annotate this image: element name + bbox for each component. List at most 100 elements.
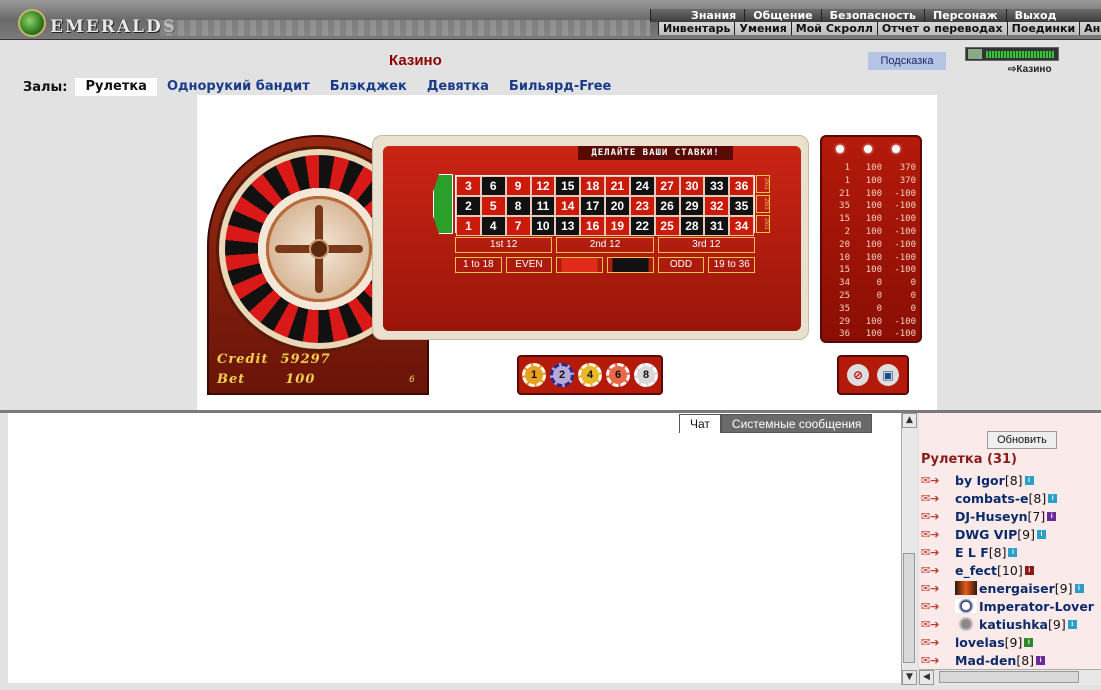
number-cell[interactable]: 34 <box>729 216 754 236</box>
dozen-bet-first[interactable]: 1st 12 <box>455 237 553 253</box>
number-cell[interactable]: 27 <box>654 176 680 196</box>
column-bet[interactable]: 2to1 <box>756 175 770 193</box>
user-info-icon[interactable]: i <box>1024 637 1034 647</box>
number-cell[interactable]: 16 <box>580 216 605 236</box>
number-cell[interactable]: 29 <box>679 196 705 216</box>
column-bet[interactable]: 2to1 <box>756 195 770 213</box>
number-cell[interactable]: 15 <box>555 176 581 196</box>
menu-item-duels[interactable]: Поединки <box>1006 22 1080 35</box>
private-message-icon[interactable]: ✉➔ <box>921 528 941 541</box>
user-list-item[interactable]: ✉➔ katiushka [9] i <box>921 615 1101 633</box>
user-info-icon[interactable]: i <box>1008 547 1018 557</box>
private-message-icon[interactable]: ✉➔ <box>921 546 941 559</box>
number-cell[interactable]: 5 <box>480 196 506 216</box>
user-list-item[interactable]: ✉➔ by Igor [8] i <box>921 471 1101 489</box>
user-list-item[interactable]: ✉➔ DJ-Huseyn [7] i <box>921 507 1101 525</box>
number-cell[interactable]: 28 <box>679 216 705 236</box>
chip-8[interactable]: 8 <box>634 363 658 387</box>
chip-4[interactable]: 4 <box>578 363 602 387</box>
number-cell[interactable]: 33 <box>704 176 730 196</box>
chip-6[interactable]: 6 <box>606 363 630 387</box>
private-message-icon[interactable]: ✉➔ <box>921 474 941 487</box>
private-message-icon[interactable]: ✉➔ <box>921 492 941 505</box>
private-message-icon[interactable]: ✉➔ <box>921 582 941 595</box>
number-cell[interactable]: 23 <box>629 196 655 216</box>
chat-scrollbar[interactable]: ▲ ▼ <box>901 413 917 685</box>
private-message-icon[interactable]: ✉➔ <box>921 510 941 523</box>
dozen-bet-third[interactable]: 3rd 12 <box>657 237 755 253</box>
menu-item-skills[interactable]: Умения <box>734 22 790 35</box>
bet-odd[interactable]: ODD <box>657 257 705 273</box>
user-name[interactable]: Imperator-Lover <box>979 599 1094 614</box>
menu-item-security[interactable]: Безопасность <box>820 9 924 22</box>
zero-cell[interactable] <box>433 174 453 234</box>
scrollbar-thumb[interactable] <box>939 671 1079 683</box>
dozen-bet-second[interactable]: 2nd 12 <box>556 237 654 253</box>
cancel-bets-icon[interactable]: ⊘ <box>847 364 869 386</box>
number-cell[interactable]: 17 <box>580 196 605 216</box>
user-info-icon[interactable]: i <box>1024 565 1034 575</box>
chip-1[interactable]: 1 <box>522 363 546 387</box>
bet-high[interactable]: 19 to 36 <box>708 257 756 273</box>
scroll-up-icon[interactable]: ▲ <box>902 413 917 428</box>
menu-item-social[interactable]: Общение <box>744 9 820 22</box>
number-cell[interactable]: 14 <box>555 196 581 216</box>
number-cell[interactable]: 3 <box>456 176 481 196</box>
hall-tab-slot-machine[interactable]: Однорукий бандит <box>157 78 320 96</box>
private-message-icon[interactable]: ✉➔ <box>921 636 941 649</box>
user-name[interactable]: e_fect <box>955 563 997 578</box>
chip-2[interactable]: 2 <box>550 363 574 387</box>
private-message-icon[interactable]: ✉➔ <box>921 564 941 577</box>
user-info-icon[interactable]: i <box>1036 655 1046 665</box>
number-cell[interactable]: 22 <box>629 216 655 236</box>
user-info-icon[interactable]: i <box>1067 619 1077 629</box>
menu-item-more[interactable]: Ан <box>1079 22 1101 35</box>
user-list-item[interactable]: ✉➔ e_fect [10] i <box>921 561 1101 579</box>
number-cell[interactable]: 32 <box>704 196 730 216</box>
user-list-item[interactable]: ✉➔ DWG VIP [9] i <box>921 525 1101 543</box>
refresh-button[interactable]: Обновить <box>987 431 1057 449</box>
menu-item-transfer-report[interactable]: Отчет о переводах <box>876 22 1007 35</box>
number-cell[interactable]: 4 <box>480 216 506 236</box>
menu-item-exit[interactable]: Выход <box>1005 9 1065 22</box>
private-message-icon[interactable]: ✉➔ <box>921 618 941 631</box>
scroll-down-icon[interactable]: ▼ <box>902 670 917 685</box>
user-list-item[interactable]: ✉➔ Imperator-Lover <box>921 597 1101 615</box>
user-name[interactable]: energaiser <box>979 581 1055 596</box>
number-cell[interactable]: 2 <box>456 196 481 216</box>
number-cell[interactable]: 19 <box>605 216 630 236</box>
private-message-icon[interactable]: ✉➔ <box>921 654 941 667</box>
menu-item-character[interactable]: Персонаж <box>924 9 1006 22</box>
hall-tab-nine[interactable]: Девятка <box>417 78 499 96</box>
user-info-icon[interactable]: i <box>1047 511 1057 521</box>
number-cell[interactable]: 31 <box>704 216 730 236</box>
user-list-item[interactable]: ✉➔ combats-e [8] i <box>921 489 1101 507</box>
private-message-icon[interactable]: ✉➔ <box>921 600 941 613</box>
bet-low[interactable]: 1 to 18 <box>455 257 502 273</box>
bet-red-diamond-icon[interactable] <box>556 257 604 273</box>
user-name[interactable]: lovelas <box>955 635 1005 650</box>
user-info-icon[interactable]: i <box>1074 583 1084 593</box>
bet-even[interactable]: EVEN <box>505 257 553 273</box>
hall-tab-roulette[interactable]: Рулетка <box>75 78 157 96</box>
number-cell[interactable]: 20 <box>605 196 630 216</box>
number-cell[interactable]: 9 <box>505 176 531 196</box>
number-cell[interactable]: 25 <box>654 216 680 236</box>
chat-log[interactable] <box>8 413 901 683</box>
number-cell[interactable]: 26 <box>654 196 680 216</box>
user-name[interactable]: by Igor <box>955 473 1005 488</box>
user-name[interactable]: Mad-den <box>955 653 1016 668</box>
user-list-item[interactable]: ✉➔ Mad-den [8] i <box>921 651 1101 669</box>
bet-black-diamond-icon[interactable] <box>607 257 654 273</box>
number-cell[interactable]: 35 <box>729 196 754 216</box>
user-name[interactable]: E L F <box>955 545 989 560</box>
column-bet[interactable]: 2to1 <box>756 215 770 233</box>
user-info-icon[interactable]: i <box>1024 475 1034 485</box>
number-cell[interactable]: 7 <box>505 216 531 236</box>
number-cell[interactable]: 11 <box>530 196 556 216</box>
number-cell[interactable]: 10 <box>530 216 556 236</box>
number-cell[interactable]: 1 <box>456 216 481 236</box>
user-name[interactable]: DJ-Huseyn <box>955 509 1028 524</box>
number-cell[interactable]: 36 <box>729 176 754 196</box>
hint-button[interactable]: Подсказка <box>868 52 946 70</box>
